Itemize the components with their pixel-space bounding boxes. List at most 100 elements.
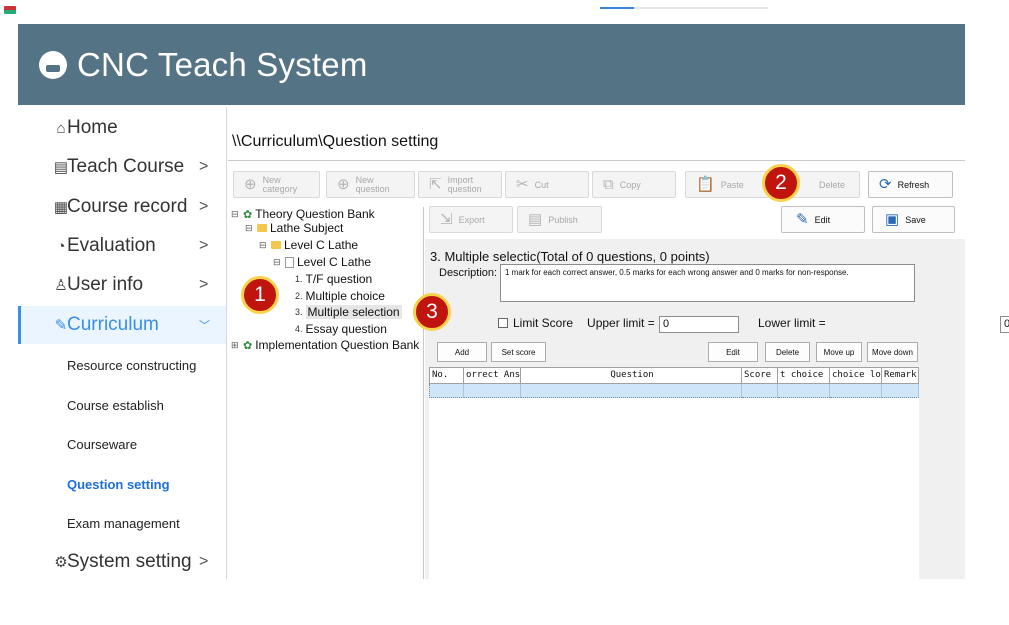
new-category-button[interactable]: ⊕ New category bbox=[233, 171, 320, 198]
lower-limit-row: Lower limit = bbox=[758, 316, 826, 330]
tree-node-label: Multiple selection bbox=[305, 305, 402, 319]
export-label: Export bbox=[458, 214, 485, 225]
table-header: No. orrect Ans Question Score t choice c… bbox=[429, 367, 919, 384]
sidebar-item-label: Course record bbox=[67, 196, 188, 217]
move-down-button[interactable]: Move down bbox=[867, 342, 918, 362]
tree-node-essay-question[interactable]: 4. Essay question bbox=[295, 322, 387, 336]
sidebar-item-label: System setting bbox=[67, 551, 192, 572]
copy-label: Copy bbox=[619, 179, 641, 190]
publish-label: Publish bbox=[548, 214, 578, 225]
tab-progress-segment bbox=[600, 7, 634, 9]
lower-limit-input[interactable]: 0 bbox=[1000, 316, 1009, 333]
edit-button[interactable]: ✎ Edit bbox=[781, 206, 865, 233]
tree-node-level-c-folder[interactable]: ⊟ Level C Lathe bbox=[259, 238, 358, 252]
cut-button[interactable]: ✂ Cut bbox=[505, 171, 589, 198]
tree-node-theory-bank[interactable]: ⊟ ✿ Theory Question Bank bbox=[231, 207, 375, 221]
section-title: 3. Multiple selectic(Total of 0 question… bbox=[430, 249, 710, 264]
callout-badge-3: 3 bbox=[413, 293, 451, 331]
sidebar-subitem-question-setting[interactable]: Question setting bbox=[67, 477, 170, 492]
table-row[interactable] bbox=[429, 384, 919, 398]
column-header[interactable]: Score bbox=[742, 367, 778, 384]
limit-score-label: Limit Score bbox=[513, 316, 574, 330]
tree-node-lathe-subject[interactable]: ⊟ Lathe Subject bbox=[245, 221, 343, 235]
copy-button[interactable]: ⧉ Copy bbox=[592, 171, 676, 198]
collapse-icon: ⊟ bbox=[231, 208, 239, 219]
sidebar-item-system-setting[interactable]: ⚙ System setting > bbox=[18, 544, 227, 580]
export-icon: ⇲ bbox=[440, 211, 453, 228]
sidebar-item-teach-course[interactable]: ▤ Teach Course > bbox=[18, 149, 227, 185]
sidebar-item-course-record[interactable]: ▦ Course record > bbox=[18, 189, 227, 225]
tree-node-label: Multiple choice bbox=[305, 289, 385, 303]
edit-label: Edit bbox=[814, 214, 831, 225]
save-icon: ▣ bbox=[885, 211, 900, 228]
tree-node-label: Implementation Question Bank bbox=[255, 338, 420, 352]
lower-limit-label: Lower limit = bbox=[758, 316, 826, 330]
column-header[interactable]: Question bbox=[521, 367, 742, 384]
column-header[interactable]: orrect Ans bbox=[464, 367, 521, 384]
sidebar-item-label: Home bbox=[67, 117, 118, 138]
new-question-button[interactable]: ⊕ New question bbox=[326, 171, 415, 198]
move-up-button[interactable]: Move up bbox=[816, 342, 862, 362]
column-header[interactable]: choice lo bbox=[830, 367, 882, 384]
question-setting-panel: \\Curriculum\Question setting ⊕ New categ… bbox=[228, 107, 1009, 579]
export-button[interactable]: ⇲ Export bbox=[429, 206, 513, 233]
tree-node-label: Level C Lathe bbox=[284, 238, 359, 252]
sidebar-item-evaluation[interactable]: ◔ Evaluation > bbox=[18, 228, 227, 264]
sidebar-subitem-course-establish[interactable]: Course establish bbox=[67, 398, 164, 413]
app-title: CNC Teach System bbox=[77, 45, 368, 83]
edit-question-button[interactable]: Edit bbox=[708, 342, 758, 362]
delete-question-button[interactable]: Delete bbox=[765, 342, 810, 362]
tree-node-multiple-selection[interactable]: 3. Multiple selection bbox=[295, 305, 402, 319]
tree-node-label: Lathe Subject bbox=[270, 221, 344, 235]
sidebar-item-home[interactable]: ⌂ Home bbox=[18, 110, 227, 146]
import-icon: ⇱ bbox=[429, 176, 442, 193]
tree-node-index: 1. bbox=[295, 274, 303, 284]
save-button[interactable]: ▣ Save bbox=[872, 206, 955, 233]
description-field[interactable]: 1 mark for each correct answer, 0.5 mark… bbox=[500, 264, 915, 302]
copy-icon: ⧉ bbox=[603, 176, 614, 193]
column-header[interactable]: t choice bbox=[778, 367, 830, 384]
sidebar-item-label: Evaluation bbox=[67, 235, 156, 256]
tree-node-label: Level C Lathe bbox=[297, 255, 372, 269]
collapse-icon: ⊟ bbox=[259, 239, 267, 250]
tab-progress-line bbox=[600, 7, 768, 9]
tree-divider bbox=[423, 207, 424, 579]
add-button[interactable]: Add bbox=[437, 342, 487, 362]
chevron-right-icon: > bbox=[199, 276, 209, 293]
column-header[interactable]: Remark bbox=[882, 367, 919, 384]
tree-node-level-c-page[interactable]: ⊟ Level C Lathe bbox=[273, 255, 371, 269]
set-score-button[interactable]: Set score bbox=[491, 342, 546, 362]
import-question-button[interactable]: ⇱ Import question bbox=[418, 171, 502, 198]
limit-score-checkbox[interactable] bbox=[498, 318, 508, 328]
upper-limit-input[interactable]: 0 bbox=[659, 316, 739, 333]
tree-node-multiple-choice[interactable]: 2. Multiple choice bbox=[295, 289, 385, 303]
bank-root-icon: ✿ bbox=[243, 208, 253, 221]
sidebar-item-user-info[interactable]: ♙ User info > bbox=[18, 267, 227, 303]
expand-icon: ⊞ bbox=[231, 339, 239, 350]
new-question-icon: ⊕ bbox=[337, 176, 350, 193]
bank-root-icon: ✿ bbox=[243, 339, 253, 352]
sidebar-subitem-exam-management[interactable]: Exam management bbox=[67, 516, 180, 531]
collapse-icon: ⊟ bbox=[245, 222, 253, 233]
import-label-2: question bbox=[447, 183, 482, 194]
tree-node-index: 3. bbox=[295, 307, 303, 317]
tree-node-tf-question[interactable]: 1. T/F question bbox=[295, 272, 372, 286]
refresh-button[interactable]: ⟳ Refresh bbox=[868, 171, 953, 198]
folder-icon bbox=[271, 241, 281, 249]
sidebar-subitem-resource-constructing[interactable]: Resource constructing bbox=[67, 358, 196, 373]
publish-button[interactable]: ▤ Publish bbox=[517, 206, 602, 233]
sidebar-item-curriculum[interactable]: ✎ Curriculum ﹀ bbox=[18, 306, 227, 344]
tree-node-label: T/F question bbox=[305, 272, 373, 286]
publish-icon: ▤ bbox=[528, 211, 543, 228]
edit-icon: ✎ bbox=[796, 211, 809, 228]
refresh-icon: ⟳ bbox=[879, 176, 892, 193]
tree-node-implementation-bank[interactable]: ⊞ ✿ Implementation Question Bank bbox=[231, 338, 419, 352]
table-cell bbox=[521, 384, 742, 398]
sidebar-item-label: User info bbox=[67, 274, 144, 295]
breadcrumb: \\Curriculum\Question setting bbox=[232, 133, 439, 150]
column-header[interactable]: No. bbox=[429, 367, 464, 384]
question-table: No. orrect Ans Question Score t choice c… bbox=[429, 367, 919, 579]
sidebar-subitem-courseware[interactable]: Courseware bbox=[67, 437, 137, 452]
new-category-label-2: category bbox=[262, 183, 298, 194]
paste-button[interactable]: 📋 Paste bbox=[685, 171, 769, 198]
